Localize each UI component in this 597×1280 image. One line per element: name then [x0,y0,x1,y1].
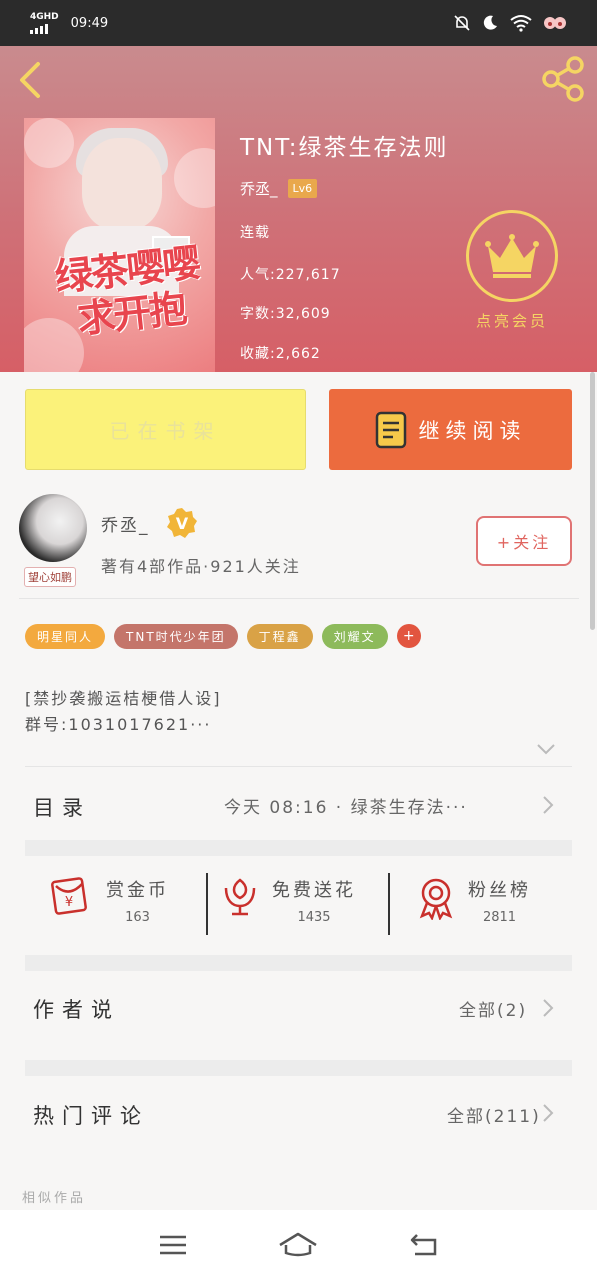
network-type: 4GHD [30,11,59,22]
divider [25,766,572,767]
stat-label: 赏金币 [106,880,169,901]
home-icon [279,1232,318,1257]
moon-icon [483,15,497,30]
mute-bell-icon [454,15,470,31]
system-navigation-bar [0,1210,597,1280]
author-name[interactable]: 乔丞_ [240,178,278,199]
stat-value: 2811 [482,910,517,925]
popularity: 人气:227,617 [240,267,341,283]
serial-status: 连载 [240,225,270,241]
free-flowers-stat[interactable]: 免费送花 1435 [222,876,356,925]
svg-text:¥: ¥ [65,895,73,910]
book-icon [375,411,406,448]
author-level-badge: Lv6 [287,179,318,198]
fan-ranking-stat[interactable]: 粉丝榜 2811 [416,876,531,925]
back-arrow-icon[interactable] [16,60,46,100]
chevron-right-icon [543,796,554,814]
tag-item[interactable]: 刘耀文 [321,624,388,649]
author-notes-label: 作者说 [33,998,120,1022]
section-gap [25,955,572,971]
menu-icon [159,1235,186,1255]
favorites-count: 收藏:2,662 [240,346,321,362]
on-shelf-button[interactable]: 已在书架 [25,389,306,470]
description-line: 群号:1031017621··· [25,715,212,734]
avatar[interactable] [19,494,87,562]
home-button[interactable] [278,1230,318,1260]
book-header: 绿茶嘤嘤 求开抱 TNT:绿茶生存法则 乔丞_ Lv6 连载 人气:227,61… [0,46,597,372]
description-line: [禁抄袭搬运桔梗借人设] [25,689,222,708]
app-notification-icon [544,17,566,29]
signal-icon: 4GHD [30,11,59,34]
similar-works-heading: 相似作品 [22,1191,87,1206]
section-gap [25,840,572,856]
flower-icon [224,878,256,916]
stat-value: 163 [125,910,150,925]
chevron-down-icon[interactable] [536,742,556,756]
chevron-right-icon [543,1104,554,1122]
section-gap [25,1060,572,1076]
avatar-tag: 望心如鹏 [24,567,76,587]
book-description: [禁抄袭搬运桔梗借人设] 群号:1031017621··· [25,686,222,738]
word-count: 字数:32,609 [240,306,331,322]
stat-value: 1435 [297,910,331,925]
svg-text:V: V [176,514,189,533]
tag-item[interactable]: 丁程鑫 [246,624,313,649]
add-tag-button[interactable]: + [396,624,421,648]
crown-icon [485,234,539,278]
hot-comments-label: 热门评论 [33,1104,149,1128]
scrollbar[interactable] [590,372,595,630]
book-cover[interactable]: 绿茶嘤嘤 求开抱 [24,118,215,372]
back-button[interactable] [404,1230,444,1260]
medal-icon [419,878,453,920]
clock: 09:49 [70,15,109,31]
book-title: TNT:绿茶生存法则 [240,135,449,161]
stat-label: 免费送花 [272,880,356,901]
vip-membership[interactable]: 点亮会员 [466,210,558,331]
back-icon [410,1234,437,1256]
verified-badge-icon: V [167,508,197,538]
tag-item[interactable]: TNT时代少年团 [114,624,238,649]
author-card-name[interactable]: 乔丞_ [101,511,150,536]
toc-label: 目录 [33,796,91,820]
status-bar: 4GHD 09:49 [0,0,597,46]
share-icon[interactable] [541,56,587,102]
continue-reading-button[interactable]: 继续阅读 [329,389,572,470]
hot-comments-all: 全部(211) [447,1107,541,1127]
stat-label: 粉丝榜 [468,880,531,901]
stat-divider [206,873,208,935]
author-works-info: 著有4部作品·921人关注 [101,557,301,576]
chevron-right-icon [543,999,554,1017]
vip-label: 点亮会员 [475,312,548,330]
divider [19,598,579,599]
latest-chapter: 今天 08:16 · 绿茶生存法··· [224,798,468,818]
cover-art-title: 绿茶嘤嘤 求开抱 [52,239,201,342]
follow-button[interactable]: +关注 [476,516,572,566]
tag-list: 明星同人 TNT时代少年团 丁程鑫 刘耀文 + [25,624,421,649]
tag-item[interactable]: 明星同人 [25,624,106,649]
continue-reading-label: 继续阅读 [418,418,527,443]
red-envelope-icon: ¥ [51,877,87,915]
author-notes-all: 全部(2) [459,1001,528,1021]
menu-button[interactable] [153,1230,193,1260]
reward-coins-stat[interactable]: ¥ 赏金币 163 [50,876,169,925]
wifi-icon [510,15,532,32]
stat-divider [388,873,390,935]
